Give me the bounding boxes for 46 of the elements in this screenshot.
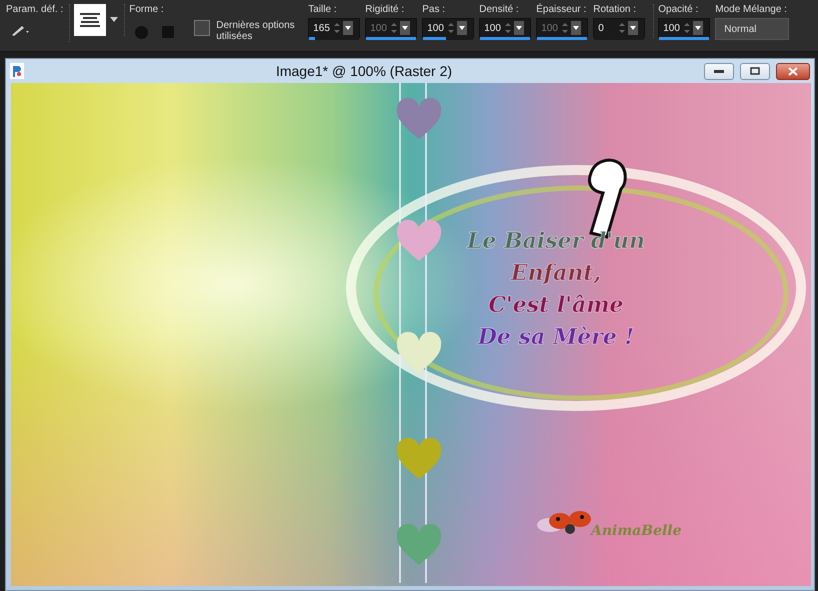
field-label: Rigidité : [365, 4, 406, 15]
poem-line: De sa Mère ! [478, 324, 634, 350]
brush-icon [10, 23, 32, 37]
blend-mode-dropdown[interactable]: Normal [715, 18, 790, 40]
dropdown-button[interactable] [457, 21, 468, 35]
number-field[interactable]: 100 [658, 18, 710, 38]
number-field[interactable]: 165 [308, 18, 360, 38]
dropdown-button[interactable] [693, 21, 704, 35]
minimize-button[interactable] [704, 62, 734, 80]
caret-icon [630, 26, 636, 30]
poem-line: Le Baiser d'un [466, 228, 646, 254]
field-label: Taille : [308, 4, 338, 15]
dropdown-button[interactable] [343, 21, 354, 35]
caret-icon [695, 26, 702, 30]
number-field[interactable]: 100 [422, 18, 474, 38]
checkbox[interactable] [194, 20, 210, 36]
preset-label: Param. déf. : [6, 4, 64, 15]
brush-preview-thumbnail[interactable] [74, 4, 106, 36]
field-label: Opacité : [658, 4, 700, 15]
window-title: Image1* @ 100% (Raster 2) [274, 63, 454, 79]
close-button[interactable] [776, 62, 810, 80]
caret-icon [459, 26, 466, 30]
caret-icon [345, 26, 352, 30]
checkbox-label: Dernières options utilisées [216, 20, 296, 42]
poem-line: Enfant, [510, 260, 602, 286]
blend-mode-label: Mode Mélange : [715, 4, 788, 15]
signature-text: AnimaBelle [591, 523, 682, 539]
field-label: Pas : [422, 4, 446, 15]
field-label: Densité : [479, 4, 520, 15]
number-field[interactable]: 0 [593, 18, 646, 38]
caret-icon [573, 26, 580, 30]
caret-icon[interactable] [110, 17, 118, 23]
dropdown-button[interactable] [514, 21, 524, 35]
maximize-button[interactable] [740, 62, 770, 80]
poem-line: C'est l'âme [488, 292, 624, 318]
dropdown-button[interactable] [628, 21, 638, 35]
minimize-icon [714, 69, 724, 73]
shape-label: Forme : [129, 4, 165, 15]
close-icon [788, 66, 798, 76]
app-icon [10, 63, 24, 79]
caret-icon [516, 26, 522, 30]
number-field[interactable]: 100 [479, 18, 532, 38]
maximize-icon [750, 67, 760, 75]
field-label: Épaisseur : [536, 4, 588, 15]
field-label: Rotation : [593, 4, 638, 15]
caret-icon [402, 26, 408, 30]
